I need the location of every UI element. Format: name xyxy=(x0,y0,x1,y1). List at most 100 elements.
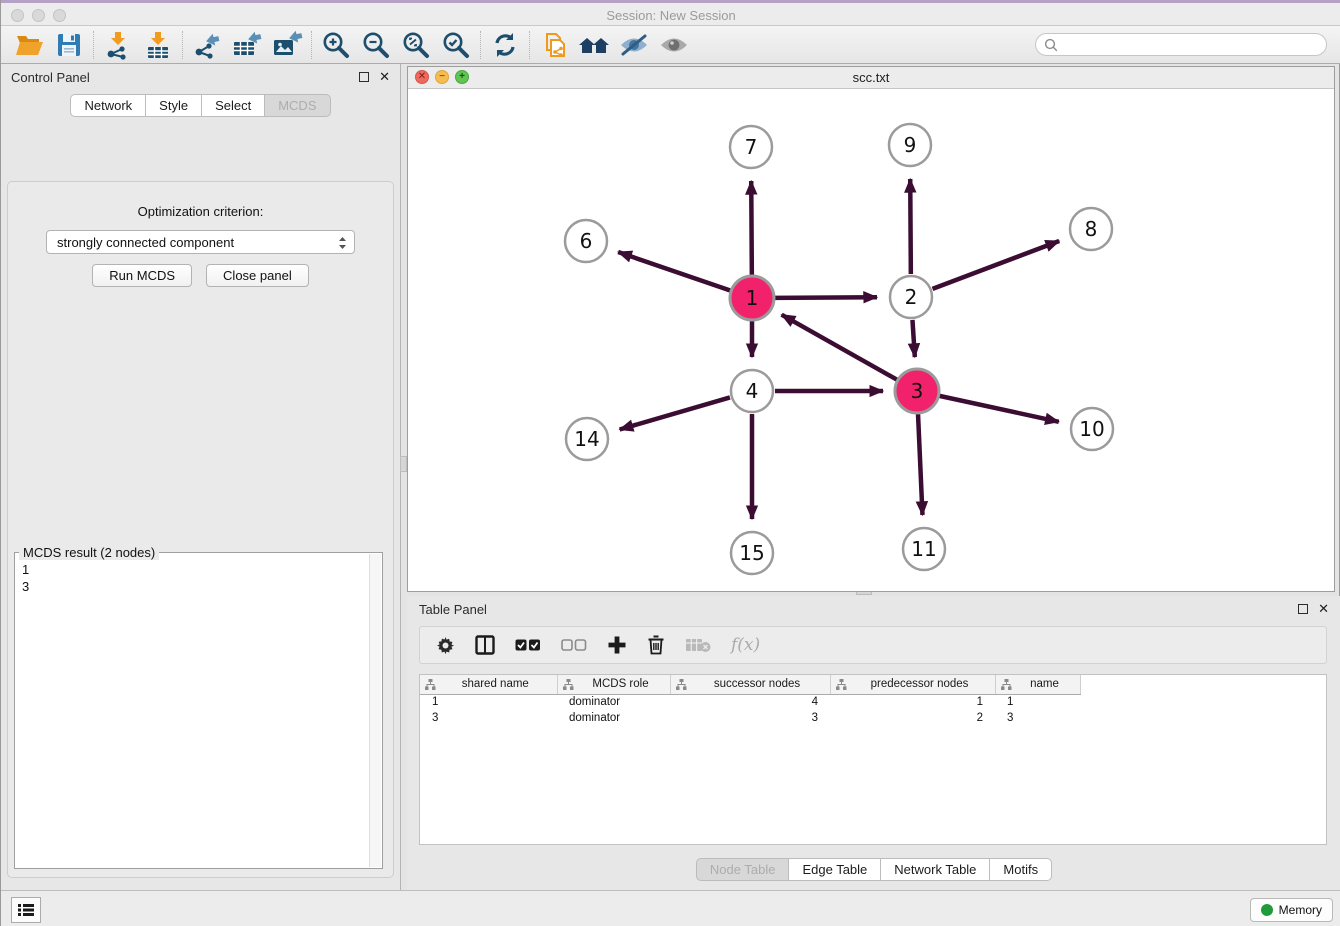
graph-edge-3-11[interactable] xyxy=(918,414,922,515)
graph-edge-3-1[interactable] xyxy=(782,315,897,380)
graph-node-3[interactable]: 3 xyxy=(895,369,939,413)
deselect-all-icon[interactable] xyxy=(561,638,587,652)
graph-node-15[interactable]: 15 xyxy=(731,532,773,574)
select-all-icon[interactable] xyxy=(515,638,541,652)
table-cell[interactable]: 1 xyxy=(830,694,995,710)
tab-node-table[interactable]: Node Table xyxy=(696,858,790,881)
zoom-in-icon[interactable] xyxy=(316,29,356,61)
table-cell[interactable]: 3 xyxy=(995,710,1080,726)
graph-node-7[interactable]: 7 xyxy=(730,126,772,168)
hide-selected-icon[interactable] xyxy=(614,29,654,61)
column-header-predecessor-nodes[interactable]: predecessor nodes xyxy=(830,675,995,694)
column-header-successor-nodes[interactable]: successor nodes xyxy=(670,675,830,694)
table-toolbar: f(x) xyxy=(419,626,1327,664)
svg-text:2: 2 xyxy=(905,285,918,309)
node-table[interactable]: shared nameMCDS rolesuccessor nodesprede… xyxy=(419,674,1327,845)
graph-node-2[interactable]: 2 xyxy=(890,276,932,318)
tab-select[interactable]: Select xyxy=(201,94,265,117)
duplicate-network-icon[interactable] xyxy=(534,29,574,61)
graph-edge-1-7[interactable] xyxy=(751,181,752,275)
result-scrollbar[interactable] xyxy=(369,554,381,867)
graph-node-6[interactable]: 6 xyxy=(565,220,607,262)
zoom-out-icon[interactable] xyxy=(356,29,396,61)
table-cell[interactable]: dominator xyxy=(557,694,670,710)
graph-node-8[interactable]: 8 xyxy=(1070,208,1112,250)
network-canvas[interactable]: 7 9 6 8 1 2 4 3 14 10 15 11 xyxy=(408,89,1334,591)
column-header-name[interactable]: name xyxy=(995,675,1080,694)
graph-edge-2-3[interactable] xyxy=(912,320,914,357)
add-column-icon[interactable] xyxy=(607,635,627,655)
tab-mcds[interactable]: MCDS xyxy=(264,94,330,117)
table-cell[interactable]: 1 xyxy=(995,694,1080,710)
memory-button[interactable]: Memory xyxy=(1250,898,1333,922)
network-graph[interactable]: 7 9 6 8 1 2 4 3 14 10 15 11 xyxy=(408,89,1334,591)
graph-edge-1-2[interactable] xyxy=(775,297,877,298)
mcds-result-title: MCDS result (2 nodes) xyxy=(19,545,159,560)
delete-column-icon[interactable] xyxy=(647,635,665,655)
table-cell[interactable]: dominator xyxy=(557,710,670,726)
first-neighbors-icon[interactable] xyxy=(574,29,614,61)
tab-style[interactable]: Style xyxy=(145,94,202,117)
table-cell[interactable]: 3 xyxy=(670,710,830,726)
show-all-icon[interactable] xyxy=(654,29,694,61)
svg-text:11: 11 xyxy=(911,537,936,561)
graph-edge-4-14[interactable] xyxy=(620,397,730,429)
chevron-up-down-icon xyxy=(337,235,348,251)
graph-node-11[interactable]: 11 xyxy=(903,528,945,570)
export-table-icon[interactable] xyxy=(227,29,267,61)
svg-text:10: 10 xyxy=(1079,417,1104,441)
gear-icon[interactable] xyxy=(436,636,455,655)
close-panel-button[interactable]: Close panel xyxy=(206,264,309,287)
export-image-icon[interactable] xyxy=(267,29,307,61)
network-window-titlebar[interactable]: ✕ − + scc.txt xyxy=(408,67,1334,89)
mcds-result-line: 3 xyxy=(22,578,369,595)
graph-edge-3-10[interactable] xyxy=(939,396,1058,422)
graph-node-10[interactable]: 10 xyxy=(1071,408,1113,450)
tab-edge-table[interactable]: Edge Table xyxy=(788,858,881,881)
table-cell[interactable]: 4 xyxy=(670,694,830,710)
optimization-dropdown[interactable]: strongly connected component xyxy=(46,230,355,254)
float-panel-icon[interactable] xyxy=(1298,604,1308,614)
tab-network[interactable]: Network xyxy=(70,94,146,117)
close-panel-icon[interactable]: ✕ xyxy=(1318,604,1329,614)
svg-text:9: 9 xyxy=(904,133,917,157)
table-cell[interactable]: 1 xyxy=(420,694,557,710)
import-network-icon[interactable] xyxy=(98,29,138,61)
graph-node-1[interactable]: 1 xyxy=(730,276,774,320)
tab-motifs[interactable]: Motifs xyxy=(989,858,1052,881)
zoom-selected-icon[interactable] xyxy=(436,29,476,61)
column-header-MCDS-role[interactable]: MCDS role xyxy=(557,675,670,694)
table-cell[interactable]: 3 xyxy=(420,710,557,726)
column-header-shared-name[interactable]: shared name xyxy=(420,675,557,694)
table-cell[interactable]: 2 xyxy=(830,710,995,726)
table-row[interactable]: 1dominator411 xyxy=(420,694,1080,710)
import-table-icon[interactable] xyxy=(138,29,178,61)
splitter-handle[interactable] xyxy=(400,456,407,472)
export-network-icon[interactable] xyxy=(187,29,227,61)
graph-node-14[interactable]: 14 xyxy=(566,418,608,460)
close-panel-icon[interactable]: ✕ xyxy=(379,72,390,82)
graph-edge-2-9[interactable] xyxy=(910,179,911,274)
zoom-fit-icon[interactable] xyxy=(396,29,436,61)
float-panel-icon[interactable] xyxy=(359,72,369,82)
toolbar-separator xyxy=(182,31,183,59)
network-window-title: scc.txt xyxy=(408,70,1334,85)
search-input[interactable] xyxy=(1063,38,1318,52)
refresh-layout-icon[interactable] xyxy=(485,29,525,61)
save-session-icon[interactable] xyxy=(49,29,89,61)
column-layout-icon[interactable] xyxy=(475,635,495,655)
run-mcds-button[interactable]: Run MCDS xyxy=(92,264,192,287)
toolbar-separator xyxy=(480,31,481,59)
search-box[interactable] xyxy=(1035,33,1327,56)
task-history-button[interactable] xyxy=(11,897,41,923)
table-row[interactable]: 3dominator323 xyxy=(420,710,1080,726)
tab-network-table[interactable]: Network Table xyxy=(880,858,990,881)
graph-node-9[interactable]: 9 xyxy=(889,124,931,166)
memory-status-icon xyxy=(1261,904,1273,916)
graph-edge-2-8[interactable] xyxy=(933,241,1060,289)
open-file-icon[interactable] xyxy=(9,29,49,61)
graph-edge-1-6[interactable] xyxy=(618,252,730,290)
graph-node-4[interactable]: 4 xyxy=(731,370,773,412)
delete-table-icon xyxy=(685,637,711,653)
toolbar-separator xyxy=(93,31,94,59)
